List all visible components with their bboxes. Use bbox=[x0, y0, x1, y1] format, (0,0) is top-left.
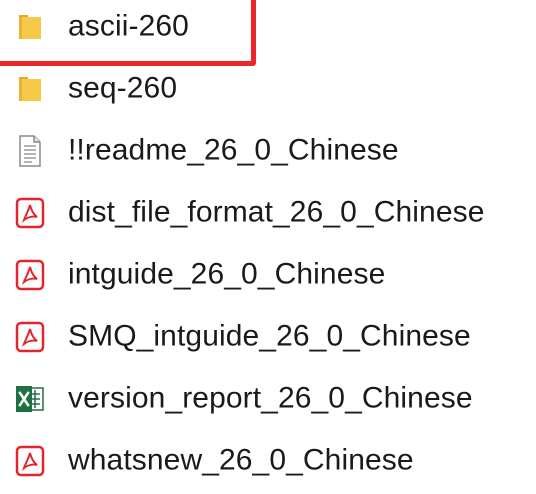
file-name: !!readme_26_0_Chinese bbox=[68, 133, 399, 167]
file-row-readme[interactable]: !!readme_26_0_Chinese bbox=[0, 120, 536, 182]
file-row-whatsnew[interactable]: whatsnew_26_0_Chinese bbox=[0, 430, 536, 492]
file-name: ascii-260 bbox=[68, 9, 189, 43]
file-row-smq-intguide[interactable]: SMQ_intguide_26_0_Chinese bbox=[0, 306, 536, 368]
file-name: whatsnew_26_0_Chinese bbox=[68, 443, 414, 477]
file-name: intguide_26_0_Chinese bbox=[68, 257, 386, 291]
pdf-icon bbox=[12, 195, 48, 231]
file-row-ascii-260[interactable]: ascii-260 bbox=[0, 0, 536, 58]
file-name: seq-260 bbox=[68, 71, 178, 105]
file-list: ascii-260 seq-260 !!readme_26_0_Chinese bbox=[0, 0, 536, 492]
file-name: SMQ_intguide_26_0_Chinese bbox=[68, 319, 471, 353]
file-name: dist_file_format_26_0_Chinese bbox=[68, 195, 485, 229]
pdf-icon bbox=[12, 319, 48, 355]
file-name: version_report_26_0_Chinese bbox=[68, 381, 473, 415]
file-row-version-report[interactable]: version_report_26_0_Chinese bbox=[0, 368, 536, 430]
pdf-icon bbox=[12, 257, 48, 293]
file-row-intguide[interactable]: intguide_26_0_Chinese bbox=[0, 244, 536, 306]
folder-icon bbox=[12, 9, 48, 45]
pdf-icon bbox=[12, 443, 48, 479]
file-row-dist-file-format[interactable]: dist_file_format_26_0_Chinese bbox=[0, 182, 536, 244]
folder-icon bbox=[12, 71, 48, 107]
text-file-icon bbox=[12, 133, 48, 169]
excel-icon bbox=[12, 381, 48, 417]
file-row-seq-260[interactable]: seq-260 bbox=[0, 58, 536, 120]
